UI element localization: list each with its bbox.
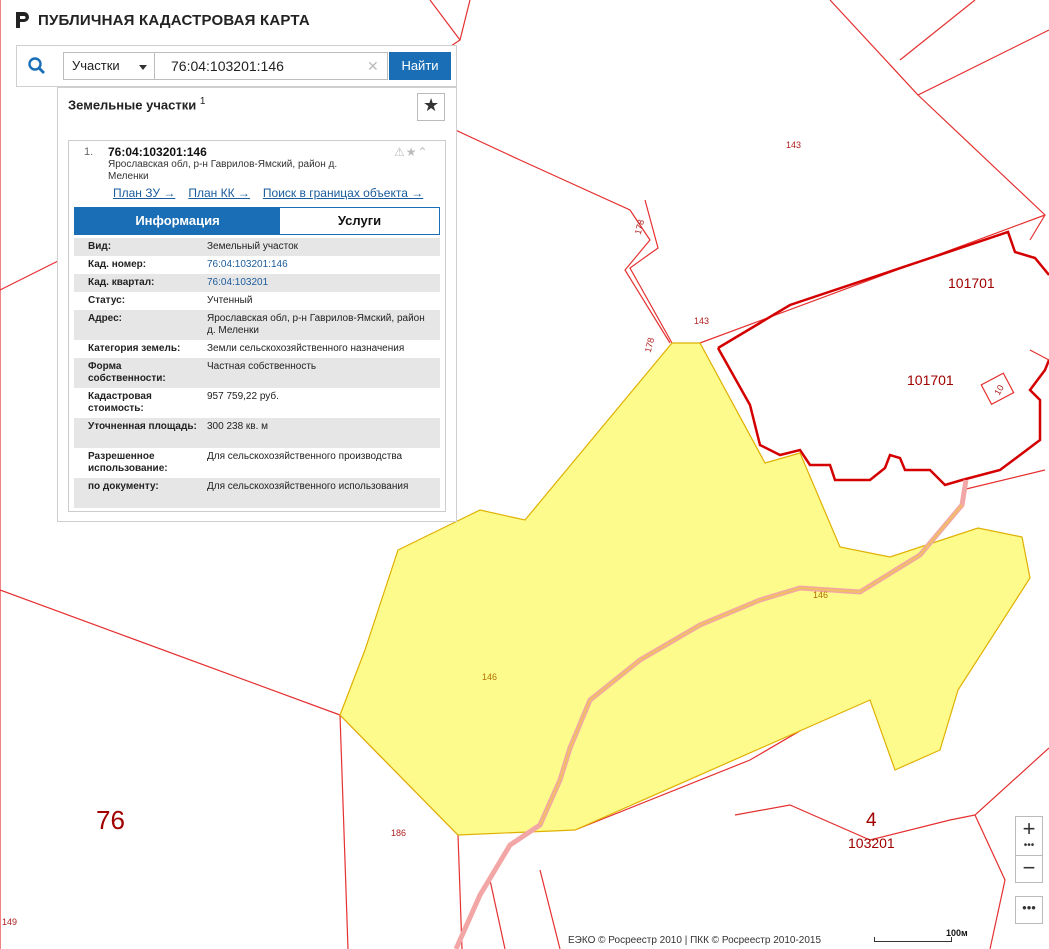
prop-row: по документу: Для сельскохозяйственного и… bbox=[74, 478, 440, 508]
result-address: Ярославская обл, р-н Гаврилов-Ямский, ра… bbox=[108, 159, 338, 182]
prop-row: Кадастровая стоимость: 957 759,22 руб. bbox=[74, 388, 440, 418]
result-kad-number[interactable]: 76:04:103201:146 bbox=[108, 145, 207, 159]
parcel-label-143b: 143 bbox=[694, 316, 710, 326]
quarter-label-101701b: 101701 bbox=[907, 372, 954, 388]
scale-label: 100м bbox=[946, 928, 968, 938]
warning-icon[interactable]: ⚠ bbox=[394, 145, 406, 159]
app-title: ПУБЛИЧНАЯ КАДАСТРОВАЯ КАРТА bbox=[38, 11, 310, 29]
result-index: 1. bbox=[84, 146, 94, 158]
prop-value: 300 238 кв. м bbox=[207, 421, 269, 432]
prop-row: Форма собственности: Частная собственност… bbox=[74, 358, 440, 388]
prop-key: Форма собственности: bbox=[88, 361, 166, 384]
find-button[interactable]: Найти bbox=[389, 52, 451, 80]
panel-title-text: Земельные участки bbox=[68, 97, 197, 113]
favorites-button[interactable]: ★ bbox=[417, 93, 445, 121]
prop-value: Ярославская обл, р-н Гаврилов-Ямский, ра… bbox=[207, 313, 425, 336]
tab-services[interactable]: Услуги bbox=[280, 208, 439, 234]
tab-info[interactable]: Информация bbox=[75, 208, 280, 234]
chevron-down-icon bbox=[139, 65, 147, 70]
parcel-label-143: 143 bbox=[786, 140, 802, 150]
quarter-label-101701: 101701 bbox=[948, 275, 995, 291]
result-links: План ЗУ → План КК → Поиск в границах объек… bbox=[113, 186, 436, 200]
prop-value: Земли сельскохозяйственного назначения bbox=[207, 343, 405, 354]
zoom-out-button[interactable]: − bbox=[1015, 855, 1043, 883]
result-tabs: Информация Услуги bbox=[74, 207, 440, 235]
result-tools: ⚠★⌃ bbox=[394, 145, 429, 159]
pkk-logo-icon bbox=[16, 12, 29, 28]
scale-bar bbox=[874, 937, 952, 942]
prop-key: Статус: bbox=[88, 295, 126, 306]
region-label: 76 bbox=[96, 805, 125, 835]
prop-row: Кад. квартал: 76:04:103201 bbox=[74, 274, 440, 292]
prop-key: Вид: bbox=[88, 241, 112, 252]
parcel-label-149: 149 bbox=[2, 917, 18, 927]
copyright-text: ЕЭКО © Росреестр 2010 | ПКК © Росреестр … bbox=[568, 935, 822, 946]
district-label: 4 bbox=[866, 810, 877, 831]
prop-value: 957 759,22 руб. bbox=[207, 391, 279, 402]
plan-zu-link[interactable]: План ЗУ → bbox=[113, 186, 175, 200]
search-input[interactable]: 76:04:103201:146 bbox=[155, 52, 388, 80]
prop-key: Разрешенное использование: bbox=[88, 451, 168, 474]
search-in-bounds-link[interactable]: Поиск в границах объекта → bbox=[263, 186, 423, 200]
prop-key: Адрес: bbox=[88, 313, 122, 324]
results-panel: Земельные участки 1 ★ 1. 76:04:103201:14… bbox=[57, 87, 457, 522]
prop-key: Категория земель: bbox=[88, 343, 181, 354]
panel-title: Земельные участки 1 bbox=[68, 96, 205, 112]
prop-row: Кад. номер: 76:04:103201:146 bbox=[74, 256, 440, 274]
prop-value: Земельный участок bbox=[207, 241, 299, 252]
star-icon: ★ bbox=[423, 95, 440, 115]
prop-row: Уточненная площадь: 300 238 кв. м bbox=[74, 418, 440, 448]
prop-value: Частная собственность bbox=[207, 361, 317, 372]
quarter-label-103201: 103201 bbox=[848, 835, 895, 851]
prop-value: Учтенный bbox=[207, 295, 253, 306]
result-card[interactable]: 1. 76:04:103201:146 Ярославская обл, р-н… bbox=[68, 140, 446, 512]
prop-row: Статус: Учтенный bbox=[74, 292, 440, 310]
prop-row: Вид: Земельный участок bbox=[74, 238, 440, 256]
prop-row: Категория земель: Земли сельскохозяйствен… bbox=[74, 340, 440, 358]
parcel-label-146: 146 bbox=[813, 590, 829, 600]
prop-value-link[interactable]: 76:04:103201:146 bbox=[207, 259, 432, 271]
prop-key: по документу: bbox=[88, 481, 159, 492]
prop-value: Для сельскохозяйственного производства bbox=[207, 451, 403, 462]
prop-row: Адрес: Ярославская обл, р-н Гаврилов-Ямск… bbox=[74, 310, 440, 340]
zoom-level-dots[interactable]: ••• bbox=[1015, 841, 1043, 855]
prop-key: Кад. номер: bbox=[88, 259, 147, 270]
prop-key: Уточненная площадь: bbox=[88, 421, 197, 432]
properties-table: Вид: Земельный участок Кад. номер: 76:04:1… bbox=[74, 238, 440, 508]
search-bar: Участки 76:04:103201:146 ✕ Найти bbox=[16, 45, 457, 87]
result-count: 1 bbox=[199, 96, 206, 107]
search-icon[interactable] bbox=[27, 56, 47, 76]
prop-value-link[interactable]: 76:04:103201 bbox=[207, 277, 432, 289]
prop-row: Разрешенное использование: Для сельскохоз… bbox=[74, 448, 440, 478]
search-type-value: Участки bbox=[72, 58, 120, 73]
star-icon[interactable]: ★ bbox=[406, 145, 418, 159]
quarter-boundary bbox=[717, 230, 1049, 350]
search-type-select[interactable]: Участки bbox=[63, 52, 155, 80]
prop-key: Кад. квартал: bbox=[88, 277, 155, 288]
parcel-label-146b: 146 bbox=[482, 672, 498, 682]
parcel-label-186: 186 bbox=[391, 828, 407, 838]
app-header: ПУБЛИЧНАЯ КАДАСТРОВАЯ КАРТА bbox=[14, 11, 310, 29]
clear-icon[interactable]: ✕ bbox=[367, 58, 379, 75]
prop-value: Для сельскохозяйственного использования bbox=[207, 481, 409, 492]
plan-kk-link[interactable]: План КК → bbox=[188, 186, 250, 200]
more-tools-button[interactable]: ••• bbox=[1015, 896, 1043, 924]
prop-key: Кадастровая стоимость: bbox=[88, 391, 152, 414]
collapse-icon[interactable]: ⌃ bbox=[418, 145, 429, 159]
